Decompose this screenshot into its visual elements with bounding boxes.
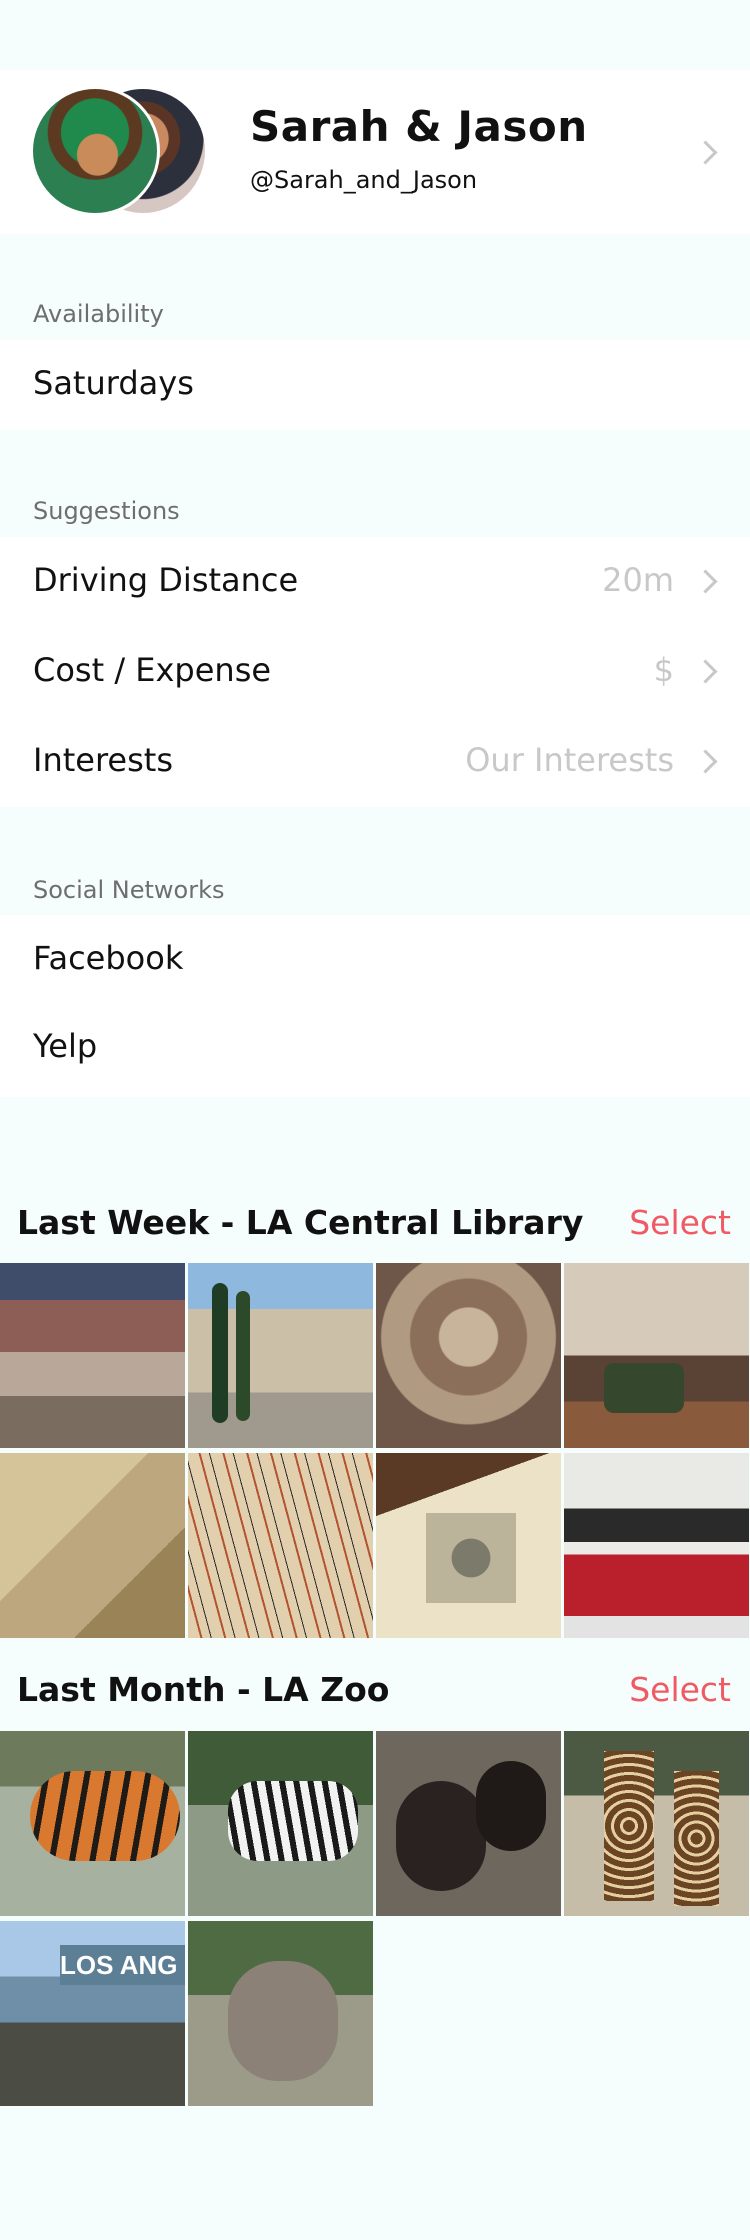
ornate-ceiling-photo[interactable] — [376, 1263, 561, 1448]
interests-value: Our Interests — [465, 741, 674, 779]
availability-row[interactable]: Saturdays — [0, 340, 750, 430]
album-title: Last Week - LA Central Library — [17, 1203, 584, 1242]
availability-section-label: Availability — [33, 300, 164, 328]
giraffes-photo[interactable] — [564, 1731, 749, 1916]
tiger-photo[interactable] — [0, 1731, 185, 1916]
chevron-right-icon — [693, 749, 718, 774]
cypress-tree-shape — [236, 1291, 250, 1421]
book-illustration-shape — [426, 1513, 516, 1603]
facebook-label: Facebook — [33, 939, 184, 977]
cost-expense-row[interactable]: Cost / Expense $ — [0, 627, 750, 717]
giraffe-shape — [604, 1751, 654, 1901]
bear-shape — [476, 1761, 546, 1851]
profile-handle: @Sarah_and_Jason — [250, 166, 478, 194]
yelp-label: Yelp — [33, 1027, 98, 1065]
suggestions-section-label: Suggestions — [33, 497, 180, 525]
elephant-photo[interactable] — [188, 1921, 373, 2106]
zoo-sign-shape: LOS ANG — [60, 1945, 185, 1985]
album-title: Last Month - LA Zoo — [17, 1670, 390, 1709]
reading-room-photo[interactable] — [564, 1263, 749, 1448]
red-book-photo[interactable] — [564, 1453, 749, 1638]
armchair-shape — [604, 1363, 684, 1413]
driving-distance-label: Driving Distance — [33, 561, 299, 599]
tiger-body-shape — [30, 1771, 180, 1861]
facebook-row[interactable]: Facebook — [0, 915, 750, 1005]
interests-label: Interests — [33, 741, 173, 779]
select-button[interactable]: Select — [629, 1203, 731, 1242]
driving-distance-value: 20m — [602, 561, 674, 599]
bear-shape — [396, 1781, 486, 1891]
availability-value: Saturdays — [33, 364, 194, 402]
chevron-right-icon — [693, 140, 718, 165]
interests-row[interactable]: Interests Our Interests — [0, 717, 750, 807]
open-book-photo[interactable] — [376, 1453, 561, 1638]
profile-header[interactable]: Sarah & Jason @Sarah_and_Jason — [0, 70, 750, 234]
yelp-row[interactable]: Yelp — [0, 1003, 750, 1093]
chevron-right-icon — [693, 569, 718, 594]
social-section-label: Social Networks — [33, 876, 225, 904]
antique-map-photo[interactable] — [0, 1453, 185, 1638]
giraffe-shape — [674, 1771, 719, 1906]
library-exterior-photo[interactable] — [188, 1263, 373, 1448]
zoo-entrance-photo[interactable]: LOS ANG — [0, 1921, 185, 2106]
chevron-right-icon — [693, 659, 718, 684]
elephant-shape — [228, 1961, 338, 2081]
avatar-sarah — [30, 86, 160, 216]
zebra-photo[interactable] — [188, 1731, 373, 1916]
cypress-tree-shape — [212, 1283, 228, 1423]
cost-expense-value: $ — [653, 651, 674, 689]
photo-grid: LOS ANG — [0, 1731, 750, 2106]
bears-photo[interactable] — [376, 1731, 561, 1916]
mural-photo[interactable] — [0, 1263, 185, 1448]
social-group: Facebook Yelp — [0, 915, 750, 1097]
driving-distance-row[interactable]: Driving Distance 20m — [0, 537, 750, 627]
suggestions-group: Driving Distance 20m Cost / Expense $ In… — [0, 537, 750, 807]
select-button[interactable]: Select — [629, 1670, 731, 1709]
availability-group: Saturdays — [0, 340, 750, 430]
photo-grid — [0, 1263, 750, 1638]
manuscript-photo[interactable] — [188, 1453, 373, 1638]
zebra-body-shape — [228, 1781, 358, 1861]
profile-name: Sarah & Jason — [250, 102, 588, 151]
cost-expense-label: Cost / Expense — [33, 651, 272, 689]
